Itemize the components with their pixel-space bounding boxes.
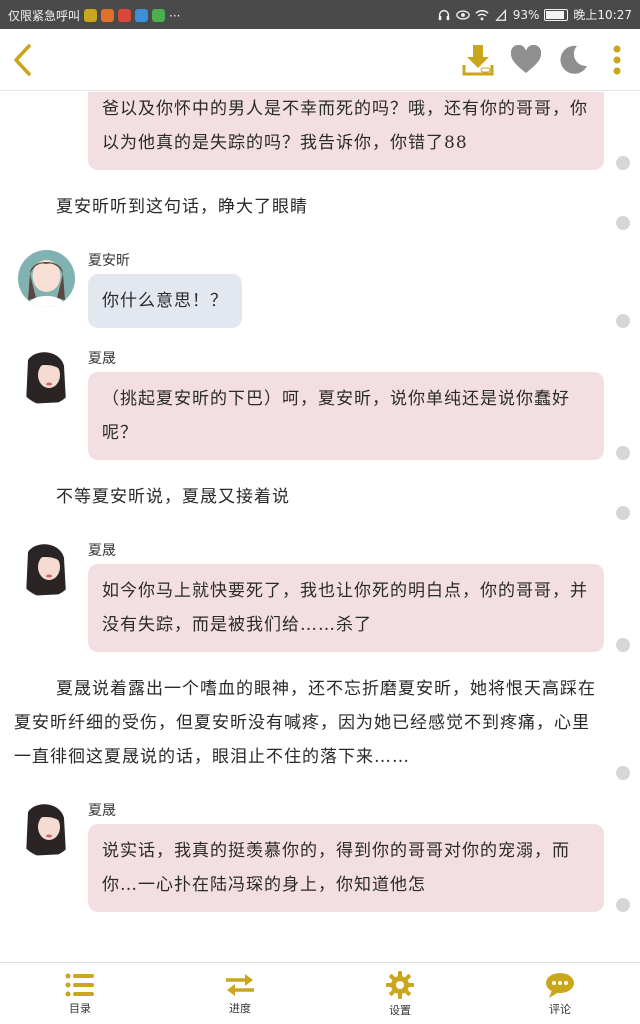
comment-dot-icon[interactable] [616, 506, 630, 520]
wifi-icon [475, 9, 489, 20]
message: 夏晟 （挑起夏安昕的下巴）呵，夏安昕，说你单纯还是说你蠢好呢？ [0, 344, 640, 476]
nav-comments[interactable]: 评论 [480, 963, 640, 1024]
avatar[interactable] [18, 540, 75, 597]
reader-toolbar [0, 29, 640, 91]
moon-icon [560, 45, 587, 74]
comment-dot-icon[interactable] [616, 766, 630, 780]
comment-dot-icon[interactable] [616, 446, 630, 460]
swap-arrows-icon [226, 973, 254, 996]
dialogue-bubble: 说实话，我真的挺羡慕你的，得到你的哥哥对你的宠溺，而你…一心扑在陆冯琛的身上，你… [88, 824, 604, 912]
headphones-icon [438, 9, 449, 20]
comment-dot-icon[interactable] [616, 638, 630, 652]
carrier-text: 仅限紧急呼叫 [8, 9, 81, 23]
avatar[interactable] [18, 348, 75, 405]
gear-icon [386, 970, 414, 999]
comment-dot-icon[interactable] [616, 216, 630, 230]
bottom-nav: 目录 进度 设置 评论 [0, 962, 640, 1024]
chevron-left-icon [14, 44, 31, 76]
more-vertical-icon [613, 45, 621, 75]
status-left: 仅限紧急呼叫 ··· [8, 7, 180, 24]
nav-catalog[interactable]: 目录 [0, 963, 160, 1024]
comment-dot-icon[interactable] [616, 314, 630, 328]
speaker-name: 夏安昕 [88, 253, 130, 269]
heart-icon [510, 45, 542, 73]
dialogue-bubble: （挑起夏安昕的下巴）呵，夏安昕，说你单纯还是说你蠢好呢？ [88, 372, 604, 460]
narration-item: 夏晟说着露出一个嗜血的眼神，还不忘折磨夏安昕，她将恨天高踩在夏安昕纤细的受伤，但… [0, 668, 640, 796]
download-icon [462, 45, 494, 76]
back-button[interactable] [0, 29, 46, 91]
dialogue-item: 夏晟 （挑起夏安昕的下巴）呵，夏安昕，说你单纯还是说你蠢好呢？ [0, 344, 640, 476]
message: 爸以及你怀中的男人是不幸而死的吗？哦，还有你的哥哥，你以为他真的是失踪的吗？我告… [0, 92, 640, 186]
narration-text: 夏晟说着露出一个嗜血的眼神，还不忘折磨夏安昕，她将恨天高踩在夏安昕纤细的受伤，但… [14, 679, 596, 767]
dialogue-bubble: 如今你马上就快要死了，我也让你死的明白点，你的哥哥，并没有失踪，而是被我们给……… [88, 564, 604, 652]
dialogue-item: 夏安昕你什么意思！？ [0, 246, 640, 344]
nav-settings[interactable]: 设置 [320, 963, 480, 1024]
nav-comments-label: 评论 [549, 1002, 571, 1016]
dialogue-bubble: 你什么意思！？ [88, 274, 242, 328]
eye-icon [455, 9, 470, 20]
dialogue-item: 爸以及你怀中的男人是不幸而死的吗？哦，还有你的哥哥，你以为他真的是失踪的吗？我告… [0, 92, 640, 186]
dialogue-item: 夏晟如今你马上就快要死了，我也让你死的明白点，你的哥哥，并没有失踪，而是被我们给… [0, 536, 640, 668]
app-notification-icon [84, 9, 98, 22]
message: 夏安昕你什么意思！？ [0, 246, 640, 344]
speaker-name: 夏晟 [88, 803, 116, 819]
message: 夏晟说实话，我真的挺羡慕你的，得到你的哥哥对你的宠溺，而你…一心扑在陆冯琛的身上… [0, 796, 640, 928]
signal-off-icon [494, 8, 506, 21]
download-button[interactable] [457, 29, 499, 91]
app-notification-icon [101, 9, 115, 22]
nav-catalog-label: 目录 [69, 1001, 91, 1015]
narration-text: 夏安昕听到这句话，睁大了眼睛 [56, 197, 308, 217]
list-icon [65, 973, 94, 996]
more-button[interactable] [604, 29, 630, 91]
speaker-name: 夏晟 [88, 543, 116, 559]
app-notification-icon [152, 9, 166, 22]
narration-text: 不等夏安昕说，夏晟又接着说 [56, 487, 290, 507]
dialogue-item: 夏晟说实话，我真的挺羡慕你的，得到你的哥哥对你的宠溺，而你…一心扑在陆冯琛的身上… [0, 796, 640, 928]
app-notification-icon [118, 9, 132, 22]
message: 夏晟如今你马上就快要死了，我也让你死的明白点，你的哥哥，并没有失踪，而是被我们给… [0, 536, 640, 668]
battery-icon [544, 8, 569, 21]
speaker-name: 夏晟 [88, 351, 116, 367]
avatar[interactable] [18, 250, 75, 307]
clock-text: 晚上10:27 [573, 8, 632, 22]
nav-progress-label: 进度 [229, 1001, 251, 1015]
nav-settings-label: 设置 [389, 1003, 411, 1017]
status-right: 93% 晚上10:27 [437, 6, 632, 23]
narration-item: 不等夏安昕说，夏晟又接着说 [0, 476, 640, 536]
battery-percent: 93% [512, 7, 540, 22]
comment-dot-icon[interactable] [616, 898, 630, 912]
reader-app: 仅限紧急呼叫 ··· 93% 晚上10:27 爸以及你怀中的男人是不幸而死的吗？… [0, 0, 640, 1024]
dialogue-bubble: 爸以及你怀中的男人是不幸而死的吗？哦，还有你的哥哥，你以为他真的是失踪的吗？我告… [88, 92, 604, 170]
comment-dot-icon[interactable] [616, 156, 630, 170]
nav-progress[interactable]: 进度 [160, 963, 320, 1024]
status-bar: 仅限紧急呼叫 ··· 93% 晚上10:27 [0, 0, 640, 29]
narration-item: 夏安昕听到这句话，睁大了眼睛 [0, 186, 640, 246]
comment-bubble-icon [546, 972, 574, 998]
avatar[interactable] [18, 800, 75, 857]
story-feed: 爸以及你怀中的男人是不幸而死的吗？哦，还有你的哥哥，你以为他真的是失踪的吗？我告… [0, 92, 640, 928]
story-content[interactable]: 爸以及你怀中的男人是不幸而死的吗？哦，还有你的哥哥，你以为他真的是失踪的吗？我告… [0, 92, 640, 962]
favorite-button[interactable] [508, 29, 544, 91]
app-notification-icon [135, 9, 149, 22]
more-notifications-text: ··· [169, 8, 181, 23]
night-mode-button[interactable] [555, 29, 591, 91]
